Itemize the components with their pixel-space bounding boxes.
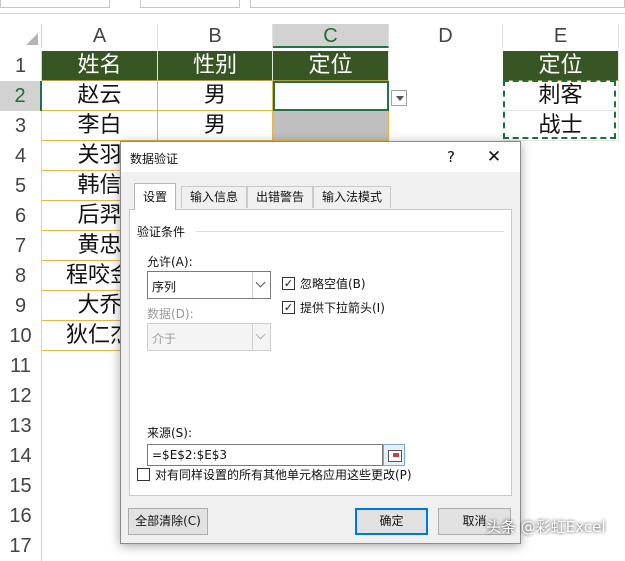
cell-a1[interactable]: 姓名 (42, 51, 158, 81)
validation-criteria-title: 验证条件 (137, 225, 186, 239)
settings-panel: 验证条件 允许(A): 序列 ✓ 忽略空值(B) ✓ 提供下拉箭头(I) 数据(… (129, 209, 512, 496)
cell-b2[interactable]: 男 (158, 81, 273, 111)
watermark: 头条 @彩虹Excel (486, 518, 606, 536)
copy-marquee (503, 80, 616, 139)
formula-input[interactable] (250, 0, 625, 8)
tab-settings[interactable]: 设置 (134, 183, 177, 210)
column-header-b[interactable]: B (158, 24, 273, 48)
help-button[interactable]: ? (439, 146, 463, 168)
ok-button[interactable]: 确定 (355, 508, 428, 535)
column-header-c[interactable]: C (273, 24, 389, 48)
allow-select[interactable]: 序列 (147, 271, 271, 299)
cell-a3[interactable]: 李白 (42, 111, 158, 141)
dialog-titlebar[interactable]: 数据验证 ? ✕ (121, 142, 520, 172)
data-select-value: 介于 (152, 332, 177, 346)
tab-input-message[interactable]: 输入信息 (181, 186, 248, 208)
cell-c1[interactable]: 定位 (273, 51, 389, 81)
row-header[interactable]: 3 (0, 111, 42, 141)
row-header[interactable]: 6 (0, 201, 42, 231)
cell-a2[interactable]: 赵云 (42, 81, 158, 111)
ignore-blank-label[interactable]: 忽略空值(B) (300, 275, 366, 292)
row-header[interactable]: 17 (0, 531, 42, 561)
formula-buttons[interactable] (140, 0, 240, 8)
apply-to-all-label[interactable]: 对有同样设置的所有其他单元格应用这些更改(P) (155, 466, 412, 483)
select-all-corner[interactable] (0, 24, 42, 48)
in-cell-dropdown-checkbox[interactable]: ✓ (282, 301, 295, 314)
row-header[interactable]: 14 (0, 441, 42, 471)
row-header[interactable]: 11 (0, 351, 42, 381)
row-header[interactable]: 9 (0, 291, 42, 321)
dropdown-arrow-icon[interactable] (391, 90, 407, 106)
formula-bar-strip (0, 0, 625, 14)
row-header[interactable]: 8 (0, 261, 42, 291)
row-header[interactable]: 4 (0, 141, 42, 171)
row-header[interactable]: 1 (0, 51, 42, 81)
cell-b3[interactable]: 男 (158, 111, 273, 141)
row-header[interactable]: 2 (0, 81, 42, 111)
row-header[interactable]: 10 (0, 321, 42, 351)
column-header-e[interactable]: E (503, 24, 619, 48)
column-header-a[interactable]: A (42, 24, 158, 48)
cell-c2-selected[interactable] (273, 81, 389, 111)
row-header[interactable]: 13 (0, 411, 42, 441)
cell-c3[interactable] (273, 111, 389, 141)
column-header-d[interactable]: D (389, 24, 503, 48)
allow-select-value: 序列 (152, 280, 177, 294)
data-label: 数据(D): (147, 307, 194, 321)
row-header[interactable]: 16 (0, 501, 42, 531)
row-header[interactable]: 12 (0, 381, 42, 411)
source-input[interactable]: =$E$2:$E$3 (147, 444, 383, 466)
chevron-down-icon[interactable] (252, 272, 270, 298)
cell-b1[interactable]: 性别 (158, 51, 273, 81)
clear-all-button[interactable]: 全部清除(C) (128, 508, 208, 535)
tab-ime-mode[interactable]: 输入法模式 (313, 186, 392, 208)
dialog-title: 数据验证 (130, 152, 179, 166)
row-header[interactable]: 15 (0, 471, 42, 501)
source-label: 来源(S): (147, 426, 193, 440)
apply-to-all-checkbox[interactable] (137, 468, 150, 481)
allow-label: 允许(A): (147, 255, 193, 269)
tab-error-alert[interactable]: 出错警告 (247, 186, 314, 208)
ignore-blank-checkbox[interactable]: ✓ (282, 277, 295, 290)
collapse-dialog-icon[interactable] (383, 444, 405, 466)
close-button[interactable]: ✕ (481, 145, 507, 169)
group-divider (196, 231, 504, 232)
row-header[interactable]: 7 (0, 231, 42, 261)
in-cell-dropdown-label[interactable]: 提供下拉箭头(I) (300, 299, 385, 316)
row-header[interactable]: 5 (0, 171, 42, 201)
cell-e1[interactable]: 定位 (503, 51, 619, 81)
data-select: 介于 (147, 323, 271, 351)
data-validation-dialog: 数据验证 ? ✕ 设置 输入信息 出错警告 输入法模式 验证条件 允许(A): … (120, 141, 521, 544)
name-box[interactable] (0, 0, 110, 8)
chevron-down-icon (252, 324, 270, 350)
